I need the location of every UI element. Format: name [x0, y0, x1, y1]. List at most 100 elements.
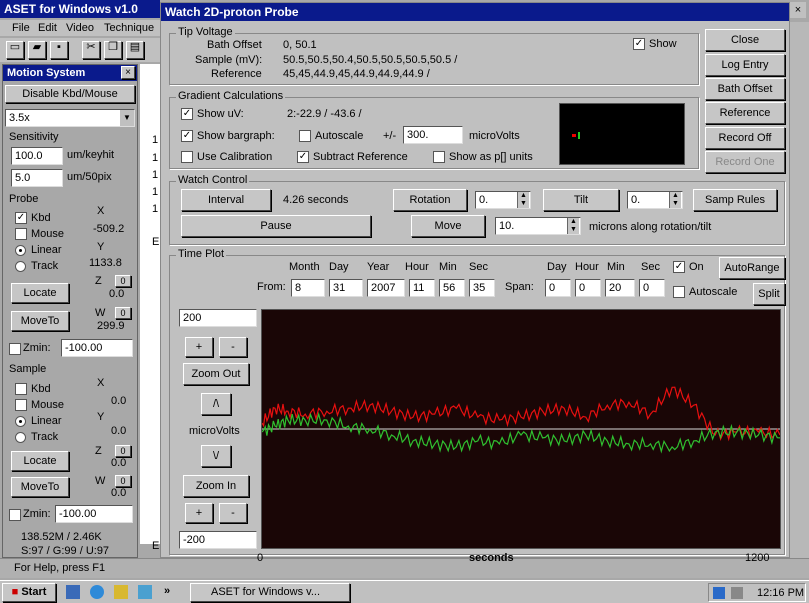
copy-icon[interactable]: ❐: [104, 41, 122, 59]
probe-mouse-checkbox[interactable]: [15, 228, 27, 240]
from-day-input[interactable]: 31: [329, 279, 363, 297]
menu-technique[interactable]: Technique: [104, 22, 154, 34]
span-day-value: 0: [549, 282, 556, 294]
tilt-spinner[interactable]: ▲ ▼: [669, 192, 681, 208]
task-aset-button[interactable]: ASET for Windows v...: [190, 583, 350, 602]
scroll-up-button[interactable]: /\: [201, 393, 231, 415]
grad-autoscale-checkbox[interactable]: [299, 130, 311, 142]
paste-icon[interactable]: ▤: [126, 41, 144, 59]
disable-kbd-mouse-button[interactable]: Disable Kbd/Mouse: [5, 85, 135, 103]
new-icon[interactable]: ▭: [6, 41, 24, 59]
from-sec-input[interactable]: 35: [469, 279, 495, 297]
from-min-input[interactable]: 56: [439, 279, 465, 297]
ymax-input[interactable]: 200: [179, 309, 257, 327]
span-sec-input[interactable]: 0: [639, 279, 665, 297]
menu-video[interactable]: Video: [66, 22, 94, 34]
show-checkbox[interactable]: ✓: [633, 38, 645, 50]
autorange-button[interactable]: AutoRange: [719, 257, 785, 279]
hour-header: Hour: [405, 261, 429, 273]
zoom-select[interactable]: 3.5x ▼: [5, 109, 135, 127]
cut-icon[interactable]: ✂: [82, 41, 100, 59]
close-button[interactable]: Close: [705, 29, 785, 51]
sample-mouse-checkbox[interactable]: [15, 399, 27, 411]
sample-locate-button[interactable]: Locate: [11, 451, 69, 471]
tilt-button[interactable]: Tilt: [543, 189, 619, 211]
span-day-input[interactable]: 0: [545, 279, 571, 297]
from-year-input[interactable]: 2007: [367, 279, 405, 297]
interval-button[interactable]: Interval: [181, 189, 271, 211]
sample-zmin-input[interactable]: -100.00: [55, 505, 133, 523]
record-off-button[interactable]: Record Off: [705, 127, 785, 149]
menu-file[interactable]: File: [12, 22, 30, 34]
probe-w-spin[interactable]: 0: [115, 307, 131, 319]
samp-rules-button[interactable]: Samp Rules: [693, 189, 777, 211]
top-minus-button[interactable]: -: [219, 337, 247, 357]
aset-close-icon[interactable]: ×: [790, 2, 806, 18]
chevron-down-icon[interactable]: ▼: [120, 110, 134, 126]
probe-linear-radio[interactable]: [15, 245, 26, 256]
sample-w-spin[interactable]: 0: [115, 475, 131, 487]
volume-icon[interactable]: [731, 587, 743, 599]
probe-moveto-button[interactable]: MoveTo: [11, 311, 69, 331]
open-icon[interactable]: ▰: [28, 41, 46, 59]
plot-on-checkbox[interactable]: ✓: [673, 261, 685, 273]
pix-input[interactable]: 5.0: [11, 169, 63, 187]
quicklaunch-desktop-icon[interactable]: [66, 585, 80, 599]
menu-edit[interactable]: Edit: [38, 22, 57, 34]
pause-button[interactable]: Pause: [181, 215, 371, 237]
probe-moveto-label: MoveTo: [20, 315, 60, 327]
quicklaunch-outlook-icon[interactable]: [114, 585, 128, 599]
subtract-reference-checkbox[interactable]: ✓: [297, 151, 309, 163]
show-p-units-checkbox[interactable]: [433, 151, 445, 163]
scroll-down-button[interactable]: \/: [201, 445, 231, 467]
sample-zmin-checkbox[interactable]: [9, 509, 21, 521]
move-spinner[interactable]: ▲ ▼: [567, 218, 579, 234]
sample-moveto-button[interactable]: MoveTo: [11, 477, 69, 497]
plus-minus-input[interactable]: 300.: [403, 126, 463, 144]
show-bargraph-checkbox[interactable]: ✓: [181, 130, 193, 142]
span-min-input[interactable]: 20: [605, 279, 635, 297]
log-entry-button[interactable]: Log Entry: [705, 54, 785, 76]
microvolts-label: microVolts: [469, 130, 520, 142]
quicklaunch-chevron-icon[interactable]: »: [164, 585, 170, 597]
span-min-value: 20: [609, 282, 622, 294]
split-button[interactable]: Split: [753, 283, 785, 305]
motion-close-button[interactable]: ×: [121, 66, 135, 79]
tray-icon[interactable]: [713, 587, 725, 599]
rotation-button[interactable]: Rotation: [393, 189, 467, 211]
bottom-minus-button[interactable]: -: [219, 503, 247, 523]
bottom-plus-button[interactable]: +: [185, 503, 213, 523]
probe-kbd-checkbox[interactable]: ✓: [15, 212, 27, 224]
bath-offset-button[interactable]: Bath Offset: [705, 78, 785, 100]
probe-locate-button[interactable]: Locate: [11, 283, 69, 303]
sample-kbd-checkbox[interactable]: [15, 383, 27, 395]
probe-zmin-input[interactable]: -100.00: [61, 339, 133, 357]
ymin-input[interactable]: -200: [179, 531, 257, 549]
sample-track-radio[interactable]: [15, 432, 26, 443]
span-hour-input[interactable]: 0: [575, 279, 601, 297]
save-icon[interactable]: ▪: [50, 41, 68, 59]
probe-z-spin[interactable]: 0: [115, 275, 131, 287]
move-button[interactable]: Move: [411, 215, 485, 237]
from-month-input[interactable]: 8: [291, 279, 325, 297]
reference-button[interactable]: Reference: [705, 102, 785, 124]
keyhit-input[interactable]: 100.0: [11, 147, 63, 165]
use-calibration-checkbox[interactable]: [181, 151, 193, 163]
probe-zmin-checkbox[interactable]: [9, 343, 21, 355]
sample-linear-radio[interactable]: [15, 416, 26, 427]
from-hour-input[interactable]: 11: [409, 279, 435, 297]
show-uv-checkbox[interactable]: ✓: [181, 108, 193, 120]
zoom-out-button[interactable]: Zoom Out: [183, 363, 249, 385]
sample-z-spin[interactable]: 0: [115, 445, 131, 457]
from-hour-value: 11: [413, 282, 425, 294]
quicklaunch-app-icon[interactable]: [138, 585, 152, 599]
zoom-in-button[interactable]: Zoom In: [183, 475, 249, 497]
start-button[interactable]: ■ Start: [2, 583, 56, 602]
record-one-button[interactable]: Record One: [705, 151, 785, 173]
rotation-spinner[interactable]: ▲ ▼: [517, 192, 529, 208]
plot-autoscale-checkbox[interactable]: [673, 286, 685, 298]
top-plus-button[interactable]: +: [185, 337, 213, 357]
probe-track-radio[interactable]: [15, 261, 26, 272]
quicklaunch-ie-icon[interactable]: [90, 585, 104, 599]
span-sec-value: 0: [643, 282, 650, 294]
